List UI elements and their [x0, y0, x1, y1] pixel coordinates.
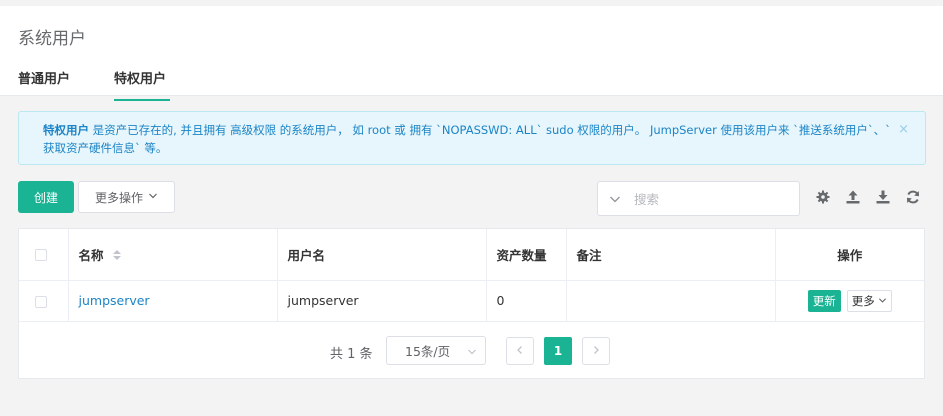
search-input[interactable] [634, 189, 794, 209]
select-all-checkbox[interactable] [35, 249, 47, 262]
chevron-right-icon [591, 344, 601, 359]
cell-username: jumpserver [277, 280, 487, 322]
pagination: 共 1 条 15条/页 1 [19, 336, 924, 366]
alert-text-line1: 是资产已存在的, 并且拥有 高级权限 的系统用户， 如 root 或 拥有 `N… [89, 123, 891, 137]
download-icon[interactable] [875, 189, 891, 205]
info-alert: 特权用户 是资产已存在的, 并且拥有 高级权限 的系统用户， 如 root 或 … [18, 111, 926, 165]
table-header-row: 名称 用户名 资产数量 备注 操作 [19, 229, 924, 281]
chevron-down-icon[interactable] [608, 192, 622, 210]
more-actions-label: 更多操作 [94, 190, 143, 205]
tab-privileged-users[interactable]: 特权用户 [114, 68, 166, 87]
page-header: 系统用户 普通用户 特权用户 [0, 6, 943, 101]
chevron-down-icon [148, 190, 158, 204]
column-header-username: 用户名 [277, 229, 487, 281]
upload-icon[interactable] [845, 189, 861, 205]
active-tab-indicator [114, 99, 170, 101]
close-icon[interactable]: × [898, 121, 909, 139]
page-size-label: 15条/页 [405, 344, 451, 359]
row-select-cell [19, 280, 69, 322]
tab-normal-users[interactable]: 普通用户 [18, 68, 70, 87]
column-header-asset-count: 资产数量 [486, 229, 567, 281]
row-checkbox[interactable] [35, 295, 47, 308]
table-panel: 名称 用户名 资产数量 备注 操作 jumpserver jumpserver … [18, 228, 925, 379]
chevron-down-icon [878, 294, 887, 308]
column-name-label: 名称 [78, 247, 104, 263]
prev-page-button[interactable] [506, 337, 534, 365]
cell-actions: 更新 更多 [775, 280, 924, 322]
user-name-link[interactable]: jumpserver [79, 293, 150, 308]
alert-strong-text: 特权用户 [43, 123, 89, 137]
cell-comment [566, 280, 776, 322]
system-users-table: 名称 用户名 资产数量 备注 操作 jumpserver jumpserver … [19, 229, 924, 322]
refresh-icon[interactable] [905, 189, 921, 205]
create-button[interactable]: 创建 [18, 181, 74, 213]
table-row: jumpserver jumpserver 0 更新 更多 [19, 280, 924, 322]
column-header-comment: 备注 [566, 229, 776, 281]
gear-icon[interactable] [815, 189, 831, 205]
alert-text-line2: 获取资产硬件信息` 等。 [43, 141, 168, 155]
page-number-current[interactable]: 1 [544, 337, 572, 365]
search-box[interactable] [597, 181, 800, 216]
select-all-cell [19, 229, 69, 281]
cell-asset-count: 0 [486, 280, 567, 322]
chevron-left-icon [515, 344, 525, 359]
row-more-label: 更多 [851, 293, 875, 308]
page-title: 系统用户 [18, 29, 86, 49]
sort-icon[interactable] [112, 249, 122, 264]
column-header-name[interactable]: 名称 [68, 229, 278, 281]
pagination-total: 共 1 条 [330, 347, 373, 362]
page-size-select[interactable]: 15条/页 [386, 336, 486, 365]
update-button[interactable]: 更新 [807, 289, 841, 312]
column-header-actions: 操作 [775, 229, 924, 281]
next-page-button[interactable] [582, 337, 610, 365]
cell-name: jumpserver [68, 280, 278, 322]
row-more-button[interactable]: 更多 [846, 289, 892, 312]
more-actions-button[interactable]: 更多操作 [78, 181, 175, 213]
